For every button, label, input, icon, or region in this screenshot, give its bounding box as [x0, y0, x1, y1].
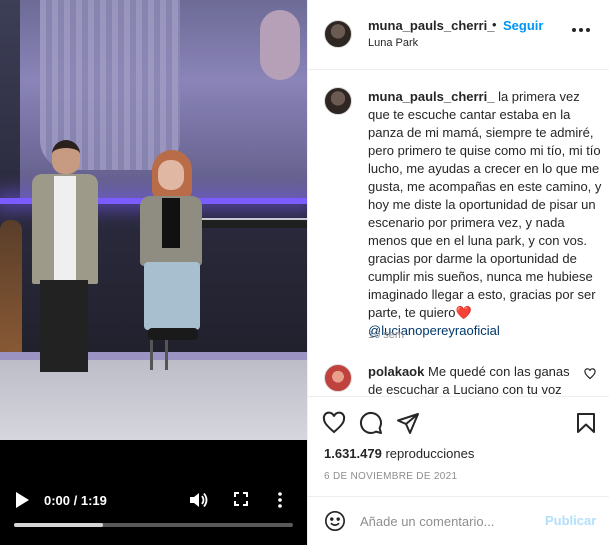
comment-item: polakaok Me quedé con las ganas de escuc… [368, 363, 578, 396]
emoji-icon[interactable] [324, 510, 346, 532]
performer-girl [138, 150, 208, 350]
comment-input[interactable] [360, 510, 530, 532]
comment-icon[interactable] [359, 411, 383, 435]
volume-icon[interactable] [190, 492, 208, 511]
video-progress-bar[interactable] [14, 523, 293, 527]
video-player[interactable]: 0:00 / 1:19 [0, 0, 307, 545]
comment-avatar[interactable] [324, 364, 352, 392]
more-options-icon[interactable] [572, 22, 594, 38]
video-buffered-bar [14, 523, 104, 527]
heart-emoji: ❤️ [455, 305, 472, 320]
play-icon[interactable] [16, 492, 30, 508]
more-vertical-icon[interactable] [278, 492, 282, 511]
video-time: 0:00 / 1:19 [44, 493, 107, 508]
comment-like-icon[interactable] [584, 367, 596, 385]
comment-username[interactable]: polakaok [368, 364, 424, 379]
post-location[interactable]: Luna Park [368, 37, 418, 49]
post-header: muna_pauls_cherri_ • Seguir Luna Park [308, 0, 609, 70]
views-number: 1.631.479 [324, 446, 382, 461]
add-comment-bar: Publicar [308, 496, 609, 545]
separator-dot: • [492, 17, 497, 32]
post-panel: muna_pauls_cherri_ • Seguir Luna Park mu… [307, 0, 609, 545]
caption-avatar[interactable] [324, 87, 352, 115]
caption-username[interactable]: muna_pauls_cherri_ [368, 89, 494, 104]
share-icon[interactable] [396, 411, 420, 435]
screen-hand [260, 10, 300, 80]
comments-list[interactable]: muna_pauls_cherri_ la primera vez que te… [308, 71, 609, 396]
post-username[interactable]: muna_pauls_cherri_ [368, 18, 494, 33]
views-label: reproducciones [385, 446, 475, 461]
post-actions: 1.631.479 reproducciones 6 DE NOVIEMBRE … [308, 396, 609, 496]
follow-button[interactable]: Seguir [503, 18, 543, 33]
avatar[interactable] [324, 20, 352, 48]
publish-button[interactable]: Publicar [545, 513, 596, 528]
performer-man [28, 140, 100, 380]
caption-time-ago: 10 sem [368, 329, 405, 341]
video-controls: 0:00 / 1:19 [0, 480, 307, 528]
save-icon[interactable] [574, 411, 598, 435]
post-date[interactable]: 6 DE NOVIEMBRE DE 2021 [324, 471, 457, 482]
views-count[interactable]: 1.631.479 reproducciones [324, 446, 474, 461]
stage-guitar [0, 220, 22, 360]
fullscreen-icon[interactable] [234, 492, 248, 509]
stage-keyboard [200, 218, 307, 228]
post-caption: muna_pauls_cherri_ la primera vez que te… [368, 88, 602, 340]
caption-text: la primera vez que te escuche cantar est… [368, 89, 602, 320]
video-frame [0, 0, 307, 440]
like-icon[interactable] [322, 411, 346, 435]
